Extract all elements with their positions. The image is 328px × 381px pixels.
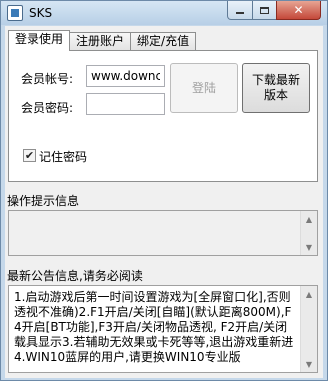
app-icon bbox=[7, 5, 23, 21]
notice-textbox[interactable]: 1.启动游戏后第一时间设置游戏为[全屏窗口化],否则透视不准确)2.F1开启/关… bbox=[8, 285, 318, 373]
hint-section-label: 操作提示信息 bbox=[7, 194, 80, 208]
scroll-up-icon[interactable]: ▲ bbox=[301, 286, 317, 302]
tab-login[interactable]: 登录使用 bbox=[8, 30, 71, 51]
app-window: SKS ✕ 登录使用 注册账户 绑定/充值 会员帐号: 会员密码: 登陆 下载最… bbox=[0, 0, 328, 381]
client-area: 登录使用 注册账户 绑定/充值 会员帐号: 会员密码: 登陆 下载最新版本 ✔ … bbox=[5, 26, 323, 378]
tab-register[interactable]: 注册账户 bbox=[69, 32, 132, 50]
download-latest-button[interactable]: 下载最新版本 bbox=[242, 63, 310, 113]
window-title: SKS bbox=[29, 6, 53, 20]
minimize-button[interactable] bbox=[227, 1, 253, 20]
remember-password-checkbox[interactable]: ✔ bbox=[23, 149, 36, 162]
close-button[interactable]: ✕ bbox=[276, 1, 321, 20]
password-label: 会员密码: bbox=[21, 101, 74, 115]
maximize-button[interactable] bbox=[252, 1, 277, 20]
scroll-down-icon[interactable]: ▼ bbox=[301, 356, 317, 372]
hint-textbox[interactable]: ▲ ▼ bbox=[8, 210, 318, 256]
scroll-up-icon[interactable]: ▲ bbox=[301, 211, 317, 227]
password-input[interactable] bbox=[86, 93, 165, 115]
close-icon: ✕ bbox=[293, 3, 304, 17]
checkmark-icon: ✔ bbox=[24, 149, 35, 162]
remember-password-label: 记住密码 bbox=[39, 150, 88, 164]
account-label: 会员帐号: bbox=[21, 72, 74, 86]
notice-scrollbar[interactable]: ▲ ▼ bbox=[300, 286, 317, 372]
notice-text: 1.启动游戏后第一时间设置游戏为[全屏窗口化],否则透视不准确)2.F1开启/关… bbox=[14, 290, 294, 364]
scroll-down-icon[interactable]: ▼ bbox=[301, 239, 317, 255]
tab-bind-recharge[interactable]: 绑定/充值 bbox=[130, 32, 197, 50]
notice-section-label: 最新公告信息,请务必阅读 bbox=[7, 269, 143, 283]
login-panel: 会员帐号: 会员密码: 登陆 下载最新版本 ✔ 记住密码 bbox=[8, 50, 318, 182]
hint-scrollbar[interactable]: ▲ ▼ bbox=[300, 211, 317, 255]
minimize-icon bbox=[236, 12, 244, 14]
login-button[interactable]: 登陆 bbox=[170, 63, 238, 113]
maximize-icon bbox=[260, 6, 269, 14]
account-input[interactable] bbox=[86, 65, 165, 87]
title-bar[interactable]: SKS ✕ bbox=[1, 1, 327, 25]
tab-strip: 登录使用 注册账户 绑定/充值 bbox=[8, 30, 197, 51]
